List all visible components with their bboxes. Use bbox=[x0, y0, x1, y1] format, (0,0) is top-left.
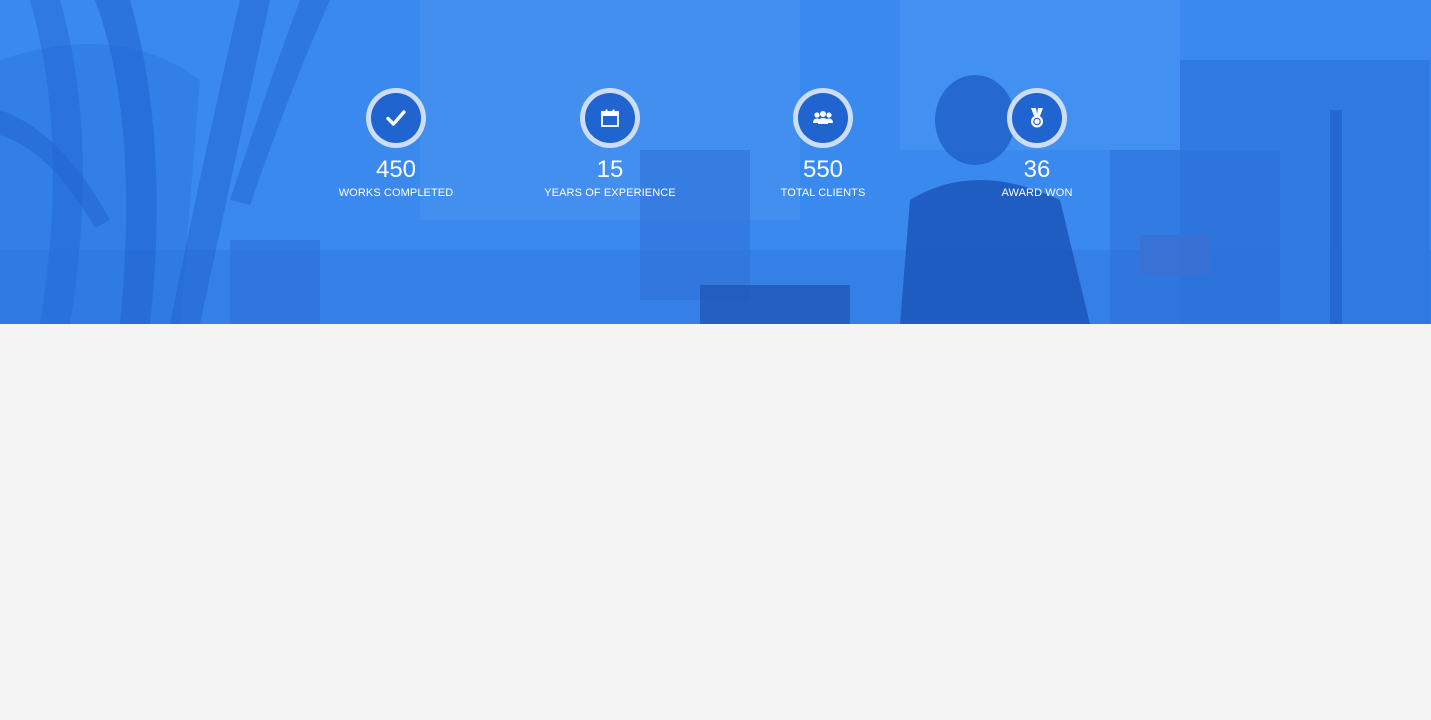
stat-icon-circle bbox=[580, 88, 640, 148]
stat-label: YEARS OF EXPERIENCE bbox=[544, 187, 676, 199]
stats-row: 450 WORKS COMPLETED 15 YEARS OF EXPERIEN… bbox=[0, 0, 1431, 324]
stat-number: 550 bbox=[802, 156, 844, 183]
stat-number: 15 bbox=[596, 156, 624, 183]
stat-label: WORKS COMPLETED bbox=[338, 187, 454, 199]
check-icon bbox=[386, 110, 406, 126]
stat-icon-circle bbox=[366, 88, 426, 148]
stat-total-clients: 550 TOTAL CLIENTS bbox=[723, 88, 923, 200]
stat-icon-circle bbox=[793, 88, 853, 148]
medal-icon bbox=[1031, 108, 1043, 128]
stat-works-completed: 450 WORKS COMPLETED bbox=[296, 88, 496, 200]
stats-hero-section: 450 WORKS COMPLETED 15 YEARS OF EXPERIEN… bbox=[0, 0, 1431, 324]
stat-years-of-experience: 15 YEARS OF EXPERIENCE bbox=[510, 88, 710, 200]
stat-icon-circle bbox=[1007, 88, 1067, 148]
stat-label: AWARD WON bbox=[1001, 187, 1073, 199]
stat-number: 450 bbox=[375, 156, 417, 183]
stat-number: 36 bbox=[1023, 156, 1051, 183]
users-icon bbox=[813, 111, 833, 124]
stat-award-won: 36 AWARD WON bbox=[937, 88, 1137, 200]
stat-label: TOTAL CLIENTS bbox=[780, 187, 866, 199]
calendar-icon bbox=[601, 109, 619, 127]
